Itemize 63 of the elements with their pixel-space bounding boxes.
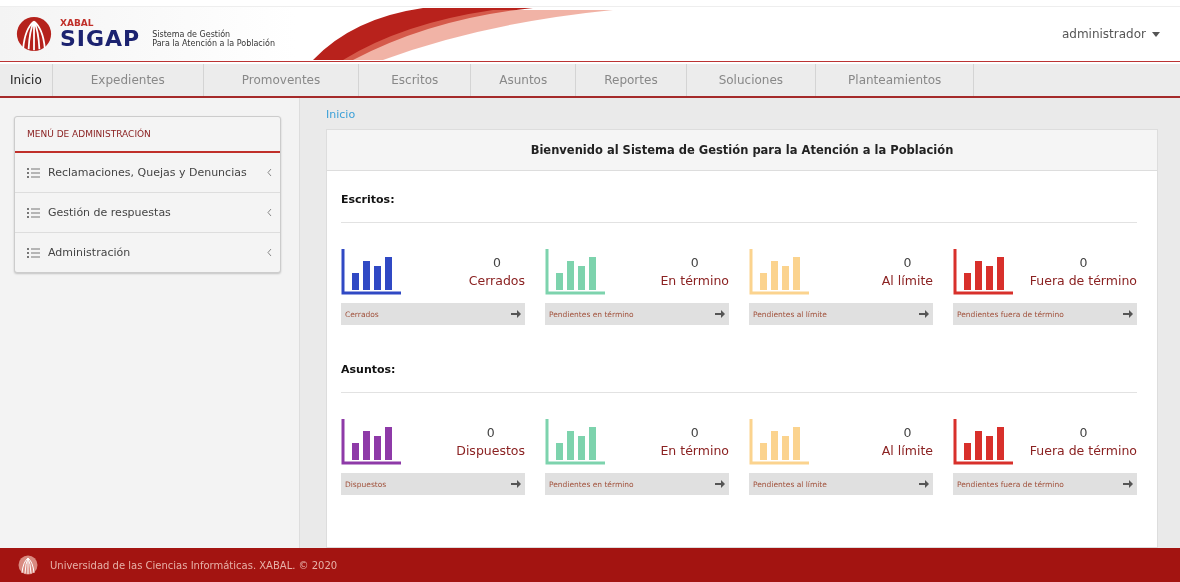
menu-item[interactable]: Gestión de respuestas bbox=[15, 193, 280, 233]
menu-title: MENÚ DE ADMINISTRACIÓN bbox=[15, 117, 280, 153]
nav-tab[interactable]: Inicio bbox=[0, 64, 53, 96]
bar-chart-icon bbox=[341, 419, 401, 465]
arrow-right-icon bbox=[511, 479, 521, 489]
nav-tab[interactable]: Promoventes bbox=[203, 64, 360, 96]
section-title: Asuntos: bbox=[341, 341, 1137, 393]
stat-label: Fuera de término bbox=[1029, 442, 1137, 460]
bar-chart-icon bbox=[545, 249, 605, 295]
stat-count: 0 bbox=[1079, 253, 1088, 272]
stat-count: 0 bbox=[486, 423, 495, 442]
list-icon bbox=[27, 247, 40, 258]
stat-count: 0 bbox=[492, 253, 501, 272]
arrow-right-icon bbox=[919, 479, 929, 489]
bar-chart-icon bbox=[545, 419, 605, 465]
stat-count: 0 bbox=[690, 253, 699, 272]
stat-count: 0 bbox=[1079, 423, 1088, 442]
stat-label: Dispuestos bbox=[456, 442, 525, 460]
bar-chart-icon bbox=[749, 249, 809, 295]
stat-label: En término bbox=[660, 442, 729, 460]
arrow-right-icon bbox=[919, 309, 929, 319]
breadcrumb-link[interactable]: Inicio bbox=[326, 98, 356, 129]
menu-item-label: Gestión de respuestas bbox=[48, 206, 172, 219]
arrow-right-icon bbox=[1123, 479, 1133, 489]
menu-item-label: Administración bbox=[48, 246, 132, 259]
logo-icon bbox=[16, 16, 52, 52]
menu-item[interactable]: Reclamaciones, Quejas y Denuncias bbox=[15, 153, 280, 193]
nav-tab[interactable]: Planteamientos bbox=[816, 64, 975, 96]
nav-tab[interactable]: Soluciones bbox=[686, 64, 817, 96]
panel-title: Bienvenido al Sistema de Gestión para la Atención a la Población bbox=[327, 130, 1157, 171]
arrow-right-icon bbox=[1123, 309, 1133, 319]
tagline: Para la Atención a la Población bbox=[152, 39, 275, 48]
arrow-right-icon bbox=[511, 309, 521, 319]
user-menu[interactable]: administrador bbox=[1055, 26, 1166, 42]
nav-tab[interactable]: Escritos bbox=[359, 64, 472, 96]
stat-count: 0 bbox=[903, 253, 912, 272]
brand-label: XABAL bbox=[60, 18, 95, 28]
nav-tab[interactable]: Expedientes bbox=[52, 64, 204, 96]
stat-label: En término bbox=[660, 272, 729, 290]
stat-count: 0 bbox=[903, 423, 912, 442]
stat-label: Cerrados bbox=[468, 272, 525, 290]
bar-chart-icon bbox=[749, 419, 809, 465]
section-title: Escritos: bbox=[341, 171, 1137, 223]
list-icon bbox=[27, 207, 40, 218]
arrow-right-icon bbox=[715, 479, 725, 489]
nav-tab[interactable]: Asuntos bbox=[471, 64, 577, 96]
stat-label: Fuera de término bbox=[1029, 272, 1137, 290]
stat-label: Al límite bbox=[881, 272, 933, 290]
bar-chart-icon bbox=[953, 419, 1013, 465]
list-icon bbox=[27, 167, 40, 178]
stat-count: 0 bbox=[690, 423, 699, 442]
menu-item[interactable]: Administración bbox=[15, 233, 280, 272]
caret-icon bbox=[1152, 31, 1160, 37]
bar-chart-icon bbox=[341, 249, 401, 295]
logo-icon bbox=[18, 555, 38, 575]
arrow-right-icon bbox=[715, 309, 725, 319]
brand-name: SIGAP bbox=[60, 27, 141, 50]
footer-text: Universidad de las Ciencias Informáticas. XABAL. © 2020 bbox=[50, 559, 338, 571]
tagline: Sistema de Gestión bbox=[152, 30, 232, 39]
nav-tab[interactable]: Reportes bbox=[576, 64, 687, 96]
bar-chart-icon bbox=[953, 249, 1013, 295]
menu-item-label: Reclamaciones, Quejas y Denuncias bbox=[48, 166, 248, 179]
stat-label: Al límite bbox=[881, 442, 933, 460]
